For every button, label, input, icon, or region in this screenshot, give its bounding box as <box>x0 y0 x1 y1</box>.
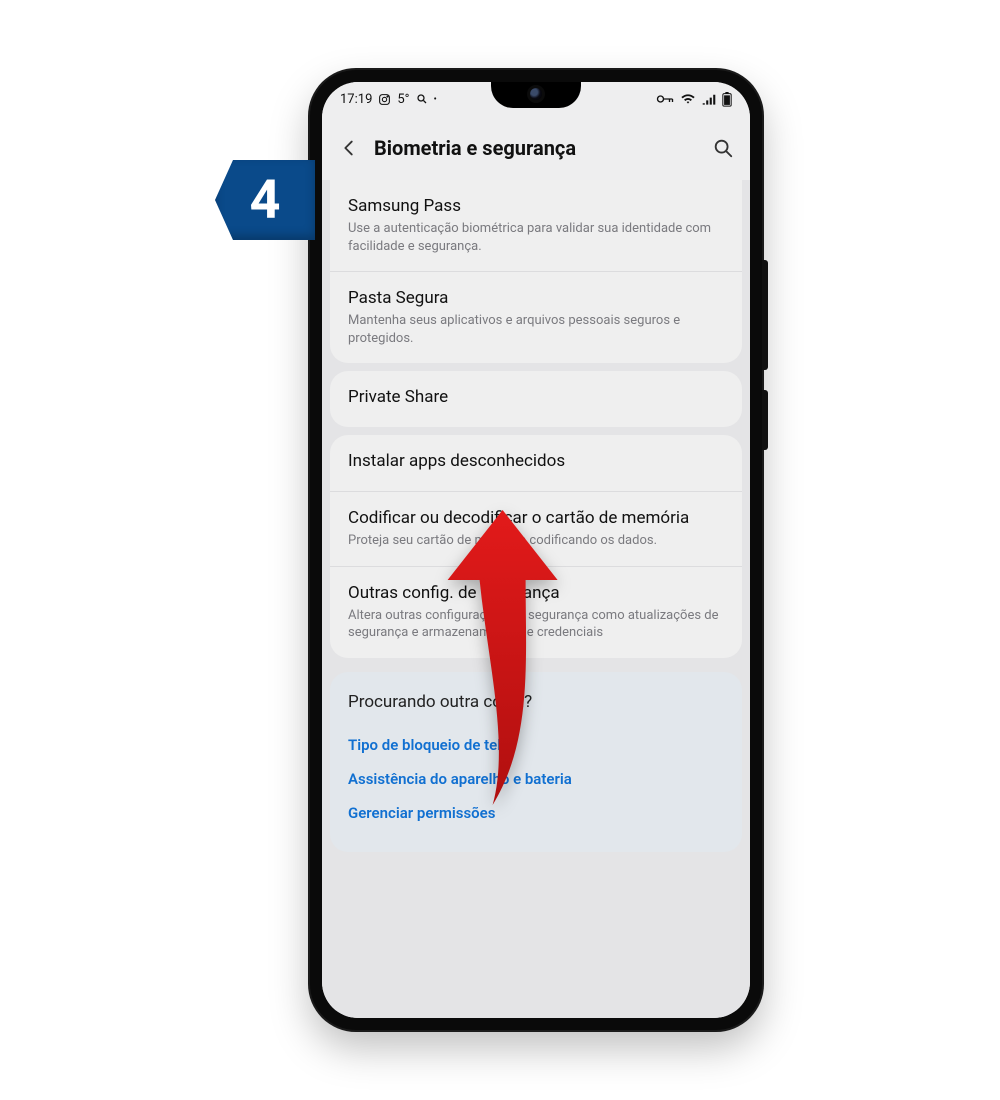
link-assistencia-aparelho[interactable]: Assistência do aparelho e bateria <box>348 762 724 796</box>
link-gerenciar-permissoes[interactable]: Gerenciar permissões <box>348 796 724 830</box>
status-right <box>656 92 732 107</box>
item-title: Instalar apps desconhecidos <box>348 451 724 471</box>
search-icon[interactable] <box>712 137 734 159</box>
looking-for-heading: Procurando outra coisa? <box>348 692 724 712</box>
item-samsung-pass[interactable]: Samsung Pass Use a autenticação biométri… <box>330 180 742 272</box>
vpn-key-icon <box>656 93 674 105</box>
link-tipo-bloqueio[interactable]: Tipo de bloqueio de tela <box>348 728 724 762</box>
settings-group: Instalar apps desconhecidos Codificar ou… <box>330 435 742 658</box>
status-left: 17:19 5° • <box>340 92 437 107</box>
item-subtitle: Mantenha seus aplicativos e arquivos pes… <box>348 312 724 347</box>
status-temp: 5° <box>397 92 409 107</box>
status-dot: • <box>434 94 437 105</box>
item-subtitle: Altera outras configurações de segurança… <box>348 607 724 642</box>
instagram-icon <box>378 93 391 106</box>
settings-content: Samsung Pass Use a autenticação biométri… <box>322 180 750 1018</box>
phone-screen: 17:19 5° • Biometria e segurança Samsung <box>322 82 750 1018</box>
looking-for-section: Procurando outra coisa? Tipo de bloqueio… <box>330 672 742 852</box>
settings-group: Private Share <box>330 371 742 427</box>
battery-icon <box>722 92 732 107</box>
phone-frame: 17:19 5° • Biometria e segurança Samsung <box>310 70 762 1030</box>
item-title: Private Share <box>348 387 724 407</box>
item-private-share[interactable]: Private Share <box>330 371 742 427</box>
wifi-icon <box>680 93 696 105</box>
item-subtitle: Use a autenticação biométrica para valid… <box>348 220 724 255</box>
item-subtitle: Proteja seu cartão de memória codificand… <box>348 532 724 550</box>
item-pasta-segura[interactable]: Pasta Segura Mantenha seus aplicativos e… <box>330 272 742 363</box>
settings-group: Samsung Pass Use a autenticação biométri… <box>330 180 742 363</box>
signal-icon <box>702 93 716 105</box>
item-instalar-apps-desconhecidos[interactable]: Instalar apps desconhecidos <box>330 435 742 492</box>
item-title: Samsung Pass <box>348 196 724 216</box>
magnify-icon <box>416 93 428 105</box>
notch <box>491 82 581 108</box>
item-codificar-cartao[interactable]: Codificar ou decodificar o cartão de mem… <box>330 492 742 567</box>
page-title: Biometria e segurança <box>374 136 698 160</box>
item-title: Outras config. de segurança <box>348 583 724 603</box>
step-number: 4 <box>250 169 281 232</box>
item-outras-config-seguranca[interactable]: Outras config. de segurança Altera outra… <box>330 567 742 658</box>
back-icon[interactable] <box>338 137 360 159</box>
front-camera <box>530 88 542 100</box>
app-header: Biometria e segurança <box>322 116 750 180</box>
item-title: Pasta Segura <box>348 288 724 308</box>
status-time: 17:19 <box>340 92 372 107</box>
item-title: Codificar ou decodificar o cartão de mem… <box>348 508 724 528</box>
step-badge: 4 <box>215 160 315 240</box>
